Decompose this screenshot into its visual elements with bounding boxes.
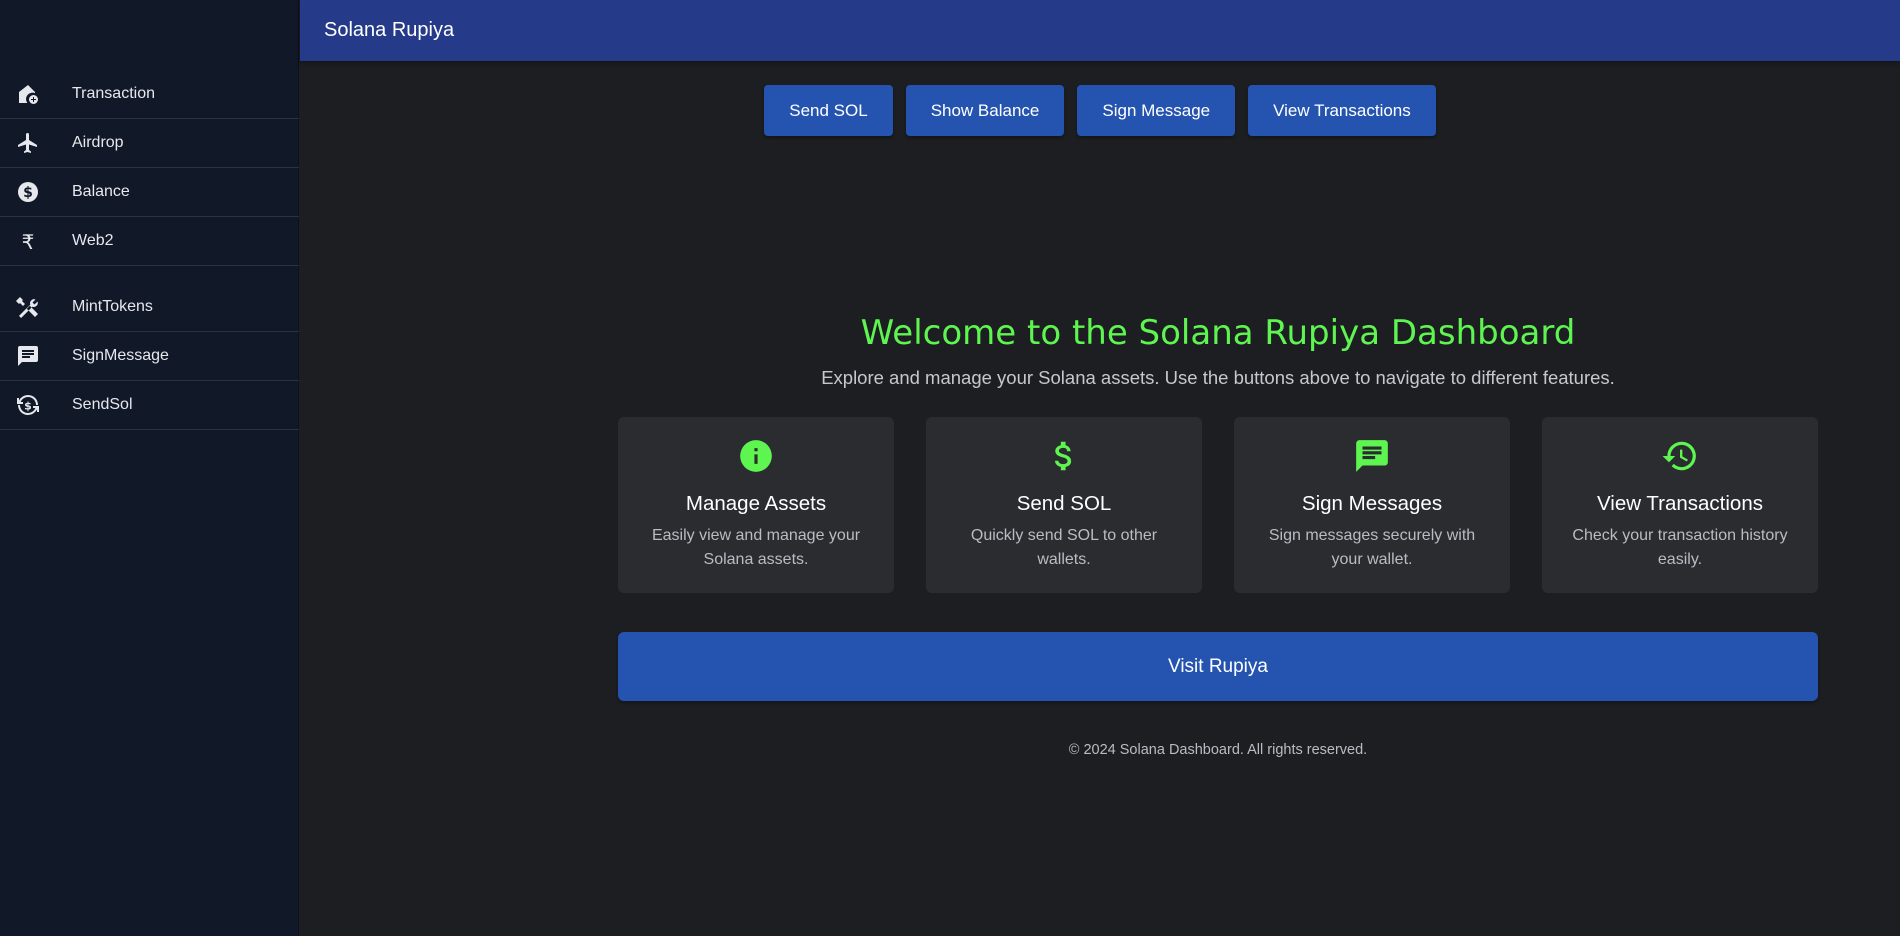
message-icon xyxy=(0,344,72,368)
rupee-icon: ₹ xyxy=(0,229,72,253)
currency-exchange-icon: $ xyxy=(0,393,72,417)
visit-rupiya-button[interactable]: Visit Rupiya xyxy=(618,632,1818,701)
info-icon xyxy=(737,437,775,480)
card-description: Easily view and manage your Solana asset… xyxy=(651,527,861,568)
card-title: Sign Messages xyxy=(1301,492,1443,515)
history-icon xyxy=(1661,437,1699,480)
send-sol-button[interactable]: Send SOL xyxy=(764,85,893,136)
dollar-icon xyxy=(1045,437,1083,480)
app-bar: Solana Rupiya xyxy=(300,0,1900,61)
welcome-section: Welcome to the Solana Rupiya Dashboard E… xyxy=(618,313,1818,389)
sidebar-item-label: SendSol xyxy=(72,396,133,413)
card-title: Send SOL xyxy=(1016,492,1112,515)
feature-card-view-transactions: View Transactions Check your transaction… xyxy=(1542,417,1818,593)
show-balance-button[interactable]: Show Balance xyxy=(905,85,1065,136)
sidebar-item-minttokens[interactable]: MintTokens xyxy=(0,283,299,332)
card-description: Quickly send SOL to other wallets. xyxy=(970,527,1158,568)
feature-cards: Manage Assets Easily view and manage you… xyxy=(618,417,1818,593)
sidebar-item-label: MintTokens xyxy=(72,298,153,315)
card-title: Manage Assets xyxy=(685,492,827,515)
svg-text:₹: ₹ xyxy=(22,230,35,253)
sidebar-item-web2[interactable]: ₹ Web2 xyxy=(0,217,299,266)
footer-copyright: © 2024 Solana Dashboard. All rights rese… xyxy=(1068,742,1368,758)
feature-card-send-sol: Send SOL Quickly send SOL to other walle… xyxy=(926,417,1202,593)
sidebar-group-secondary: MintTokens SignMessage $ SendSol xyxy=(0,283,299,430)
message-icon xyxy=(1353,437,1391,480)
sidebar-item-label: Balance xyxy=(72,183,130,200)
feature-card-sign-messages: Sign Messages Sign messages securely wit… xyxy=(1234,417,1510,593)
tools-icon xyxy=(0,295,72,319)
dollar-circle-icon: $ xyxy=(0,180,72,204)
card-description: Check your transaction history easily. xyxy=(1572,527,1788,568)
action-button-bar: Send SOL Show Balance Sign Message View … xyxy=(0,85,1900,136)
card-description: Sign messages securely with your wallet. xyxy=(1268,527,1476,568)
svg-text:$: $ xyxy=(24,400,32,413)
sidebar-item-label: Web2 xyxy=(72,232,114,249)
welcome-title: Welcome to the Solana Rupiya Dashboard xyxy=(860,313,1576,353)
welcome-subtitle: Explore and manage your Solana assets. U… xyxy=(821,367,1615,388)
sidebar-item-sendsol[interactable]: $ SendSol xyxy=(0,381,299,430)
sidebar-item-label: SignMessage xyxy=(72,347,169,364)
feature-card-manage-assets: Manage Assets Easily view and manage you… xyxy=(618,417,894,593)
sign-message-button[interactable]: Sign Message xyxy=(1077,85,1236,136)
view-transactions-button[interactable]: View Transactions xyxy=(1248,85,1436,136)
sidebar-item-label: Airdrop xyxy=(72,134,124,151)
svg-text:$: $ xyxy=(23,185,33,201)
sidebar-item-signmessage[interactable]: SignMessage xyxy=(0,332,299,381)
app-title: Solana Rupiya xyxy=(324,19,455,41)
card-title: View Transactions xyxy=(1597,492,1763,515)
sidebar: Transaction Airdrop $ Balance ₹ Web2 Min… xyxy=(0,0,299,936)
sidebar-item-balance[interactable]: $ Balance xyxy=(0,168,299,217)
